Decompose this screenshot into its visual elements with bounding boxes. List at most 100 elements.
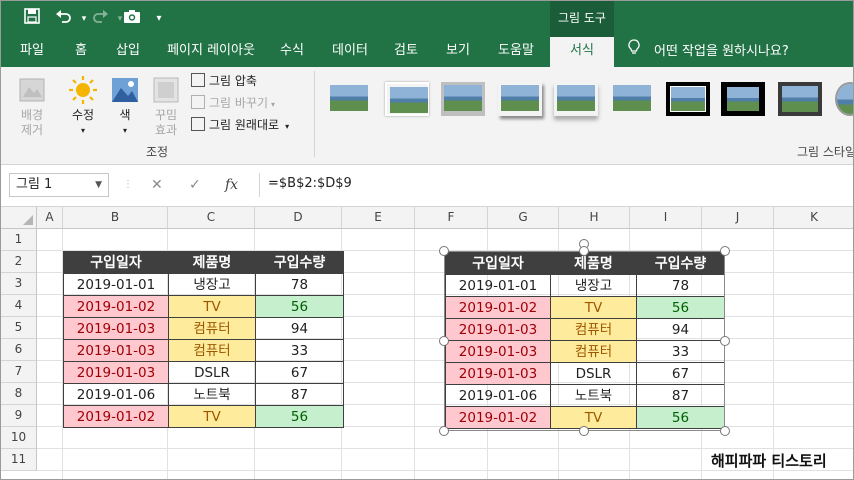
picture-style-7[interactable] xyxy=(666,82,710,116)
resize-handle-left[interactable] xyxy=(439,336,449,346)
date-cell[interactable]: 2019-01-02 xyxy=(63,405,169,428)
picture-style-9[interactable] xyxy=(778,82,822,116)
qty-cell[interactable]: 78 xyxy=(255,273,344,296)
resize-handle-bottom-right[interactable] xyxy=(720,426,730,436)
qty-cell[interactable]: 33 xyxy=(255,339,344,362)
resize-handle-bottom[interactable] xyxy=(579,426,589,436)
row-header-9[interactable]: 9 xyxy=(1,405,37,427)
row-header-7[interactable]: 7 xyxy=(1,361,37,383)
picture-style-8[interactable] xyxy=(721,82,765,116)
tab-format[interactable]: 서식 xyxy=(550,37,614,67)
table-row: 2019-01-03 컴퓨터 94 xyxy=(445,318,725,341)
header-product-name[interactable]: 제품명 xyxy=(168,251,256,274)
column-header-h[interactable]: H xyxy=(559,207,630,229)
column-header-k[interactable]: K xyxy=(774,207,853,229)
date-cell[interactable]: 2019-01-03 xyxy=(63,339,169,362)
chevron-down-icon[interactable]: ▼ xyxy=(95,174,102,196)
tab-help[interactable]: 도움말 xyxy=(489,37,543,67)
color-button[interactable]: 색 ▾ xyxy=(107,75,143,138)
column-header-j[interactable]: J xyxy=(702,207,774,229)
name-box[interactable]: 그림 1 ▼ xyxy=(9,173,109,197)
tab-home[interactable]: 홈 xyxy=(61,37,101,67)
undo-icon[interactable] xyxy=(53,8,75,30)
table-row: 2019-01-03 컴퓨터 33 xyxy=(63,339,344,362)
date-cell[interactable]: 2019-01-02 xyxy=(63,295,169,318)
picture-style-1[interactable] xyxy=(327,82,371,116)
row-header-6[interactable]: 6 xyxy=(1,339,37,361)
product-cell[interactable]: 노트북 xyxy=(168,383,256,406)
resize-handle-bottom-left[interactable] xyxy=(439,426,449,436)
select-all-button[interactable] xyxy=(1,207,37,229)
row-header-11[interactable]: 11 xyxy=(1,449,37,471)
column-header-g[interactable]: G xyxy=(488,207,559,229)
resize-handle-top[interactable] xyxy=(579,246,589,256)
date-cell[interactable]: 2019-01-01 xyxy=(63,273,169,296)
picture-style-2[interactable] xyxy=(385,82,429,116)
customize-icon[interactable]: ▾ xyxy=(148,8,170,30)
header-purchase-qty[interactable]: 구입수량 xyxy=(255,251,344,274)
compress-pictures-button[interactable]: 그림 압축 xyxy=(191,71,257,91)
change-picture-button[interactable]: 그림 바꾸기 ▾ xyxy=(191,93,275,113)
date-cell[interactable]: 2019-01-06 xyxy=(63,383,169,406)
row-header-2[interactable]: 2 xyxy=(1,251,37,273)
product-cell[interactable]: 컴퓨터 xyxy=(168,339,256,362)
tell-me-box[interactable]: 어떤 작업을 원하시나요? xyxy=(628,37,789,67)
product-cell[interactable]: TV xyxy=(168,295,256,318)
picture-style-6[interactable] xyxy=(610,82,654,116)
linked-picture-table[interactable]: 구입일자 제품명 구입수량 2019-01-01 냉장고 78 2019-01-… xyxy=(445,252,725,429)
tab-data[interactable]: 데이터 xyxy=(323,37,377,67)
column-header-f[interactable]: F xyxy=(415,207,488,229)
enter-icon[interactable]: ✓ xyxy=(189,173,201,197)
resize-handle-top-left[interactable] xyxy=(439,246,449,256)
row-header-1[interactable]: 1 xyxy=(1,229,37,251)
product-cell[interactable]: DSLR xyxy=(168,361,256,384)
qty-cell[interactable]: 67 xyxy=(255,361,344,384)
source-table[interactable]: 구입일자 제품명 구입수량 2019-01-01 냉장고 78 2019-01-… xyxy=(63,251,344,428)
corrections-button[interactable]: 수정 ▾ xyxy=(63,75,103,138)
redo-icon[interactable] xyxy=(89,8,111,30)
cancel-icon[interactable]: ✕ xyxy=(151,173,163,197)
picture-style-5[interactable] xyxy=(554,82,598,116)
tab-review[interactable]: 검토 xyxy=(385,37,427,67)
date-cell[interactable]: 2019-01-03 xyxy=(63,317,169,340)
formula-input[interactable]: =$B$2:$D$9 xyxy=(259,173,849,197)
date-cell[interactable]: 2019-01-03 xyxy=(63,361,169,384)
qty-cell[interactable]: 56 xyxy=(255,405,344,428)
row-header-4[interactable]: 4 xyxy=(1,295,37,317)
tab-page-layout[interactable]: 페이지 레이아웃 xyxy=(159,37,263,67)
picture-style-3[interactable] xyxy=(441,82,485,116)
row-header-10[interactable]: 10 xyxy=(1,427,37,449)
save-icon[interactable] xyxy=(21,8,43,30)
product-cell[interactable]: 컴퓨터 xyxy=(168,317,256,340)
table-row: 2019-01-06 노트북 87 xyxy=(445,384,725,407)
resize-handle-top-right[interactable] xyxy=(720,246,730,256)
tab-insert[interactable]: 삽입 xyxy=(107,37,149,67)
qty-cell[interactable]: 87 xyxy=(255,383,344,406)
qty-cell[interactable]: 56 xyxy=(255,295,344,318)
header-purchase-date[interactable]: 구입일자 xyxy=(63,251,169,274)
qty-cell: 87 xyxy=(636,384,725,407)
product-cell[interactable]: 냉장고 xyxy=(168,273,256,296)
reset-picture-button[interactable]: 그림 원래대로 ▾ xyxy=(191,115,289,135)
camera-icon[interactable] xyxy=(121,8,143,30)
row-header-3[interactable]: 3 xyxy=(1,273,37,295)
tab-view[interactable]: 보기 xyxy=(437,37,479,67)
column-header-e[interactable]: E xyxy=(342,207,415,229)
insert-function-icon[interactable]: fx xyxy=(225,173,238,197)
resize-handle-right[interactable] xyxy=(720,336,730,346)
row-header-5[interactable]: 5 xyxy=(1,317,37,339)
row-header-8[interactable]: 8 xyxy=(1,383,37,405)
tab-file[interactable]: 파일 xyxy=(9,37,55,67)
column-header-b[interactable]: B xyxy=(63,207,168,229)
column-header-i[interactable]: I xyxy=(630,207,702,229)
remove-background-button[interactable]: 배경 제거 xyxy=(11,75,53,138)
column-header-a[interactable]: A xyxy=(37,207,63,229)
artistic-effects-button[interactable]: 꾸밈 효과 xyxy=(147,75,185,138)
product-cell[interactable]: TV xyxy=(168,405,256,428)
picture-style-10[interactable] xyxy=(835,82,853,116)
column-header-d[interactable]: D xyxy=(255,207,342,229)
picture-style-4[interactable] xyxy=(498,82,542,116)
qty-cell[interactable]: 94 xyxy=(255,317,344,340)
column-header-c[interactable]: C xyxy=(168,207,255,229)
tab-formulas[interactable]: 수식 xyxy=(271,37,313,67)
